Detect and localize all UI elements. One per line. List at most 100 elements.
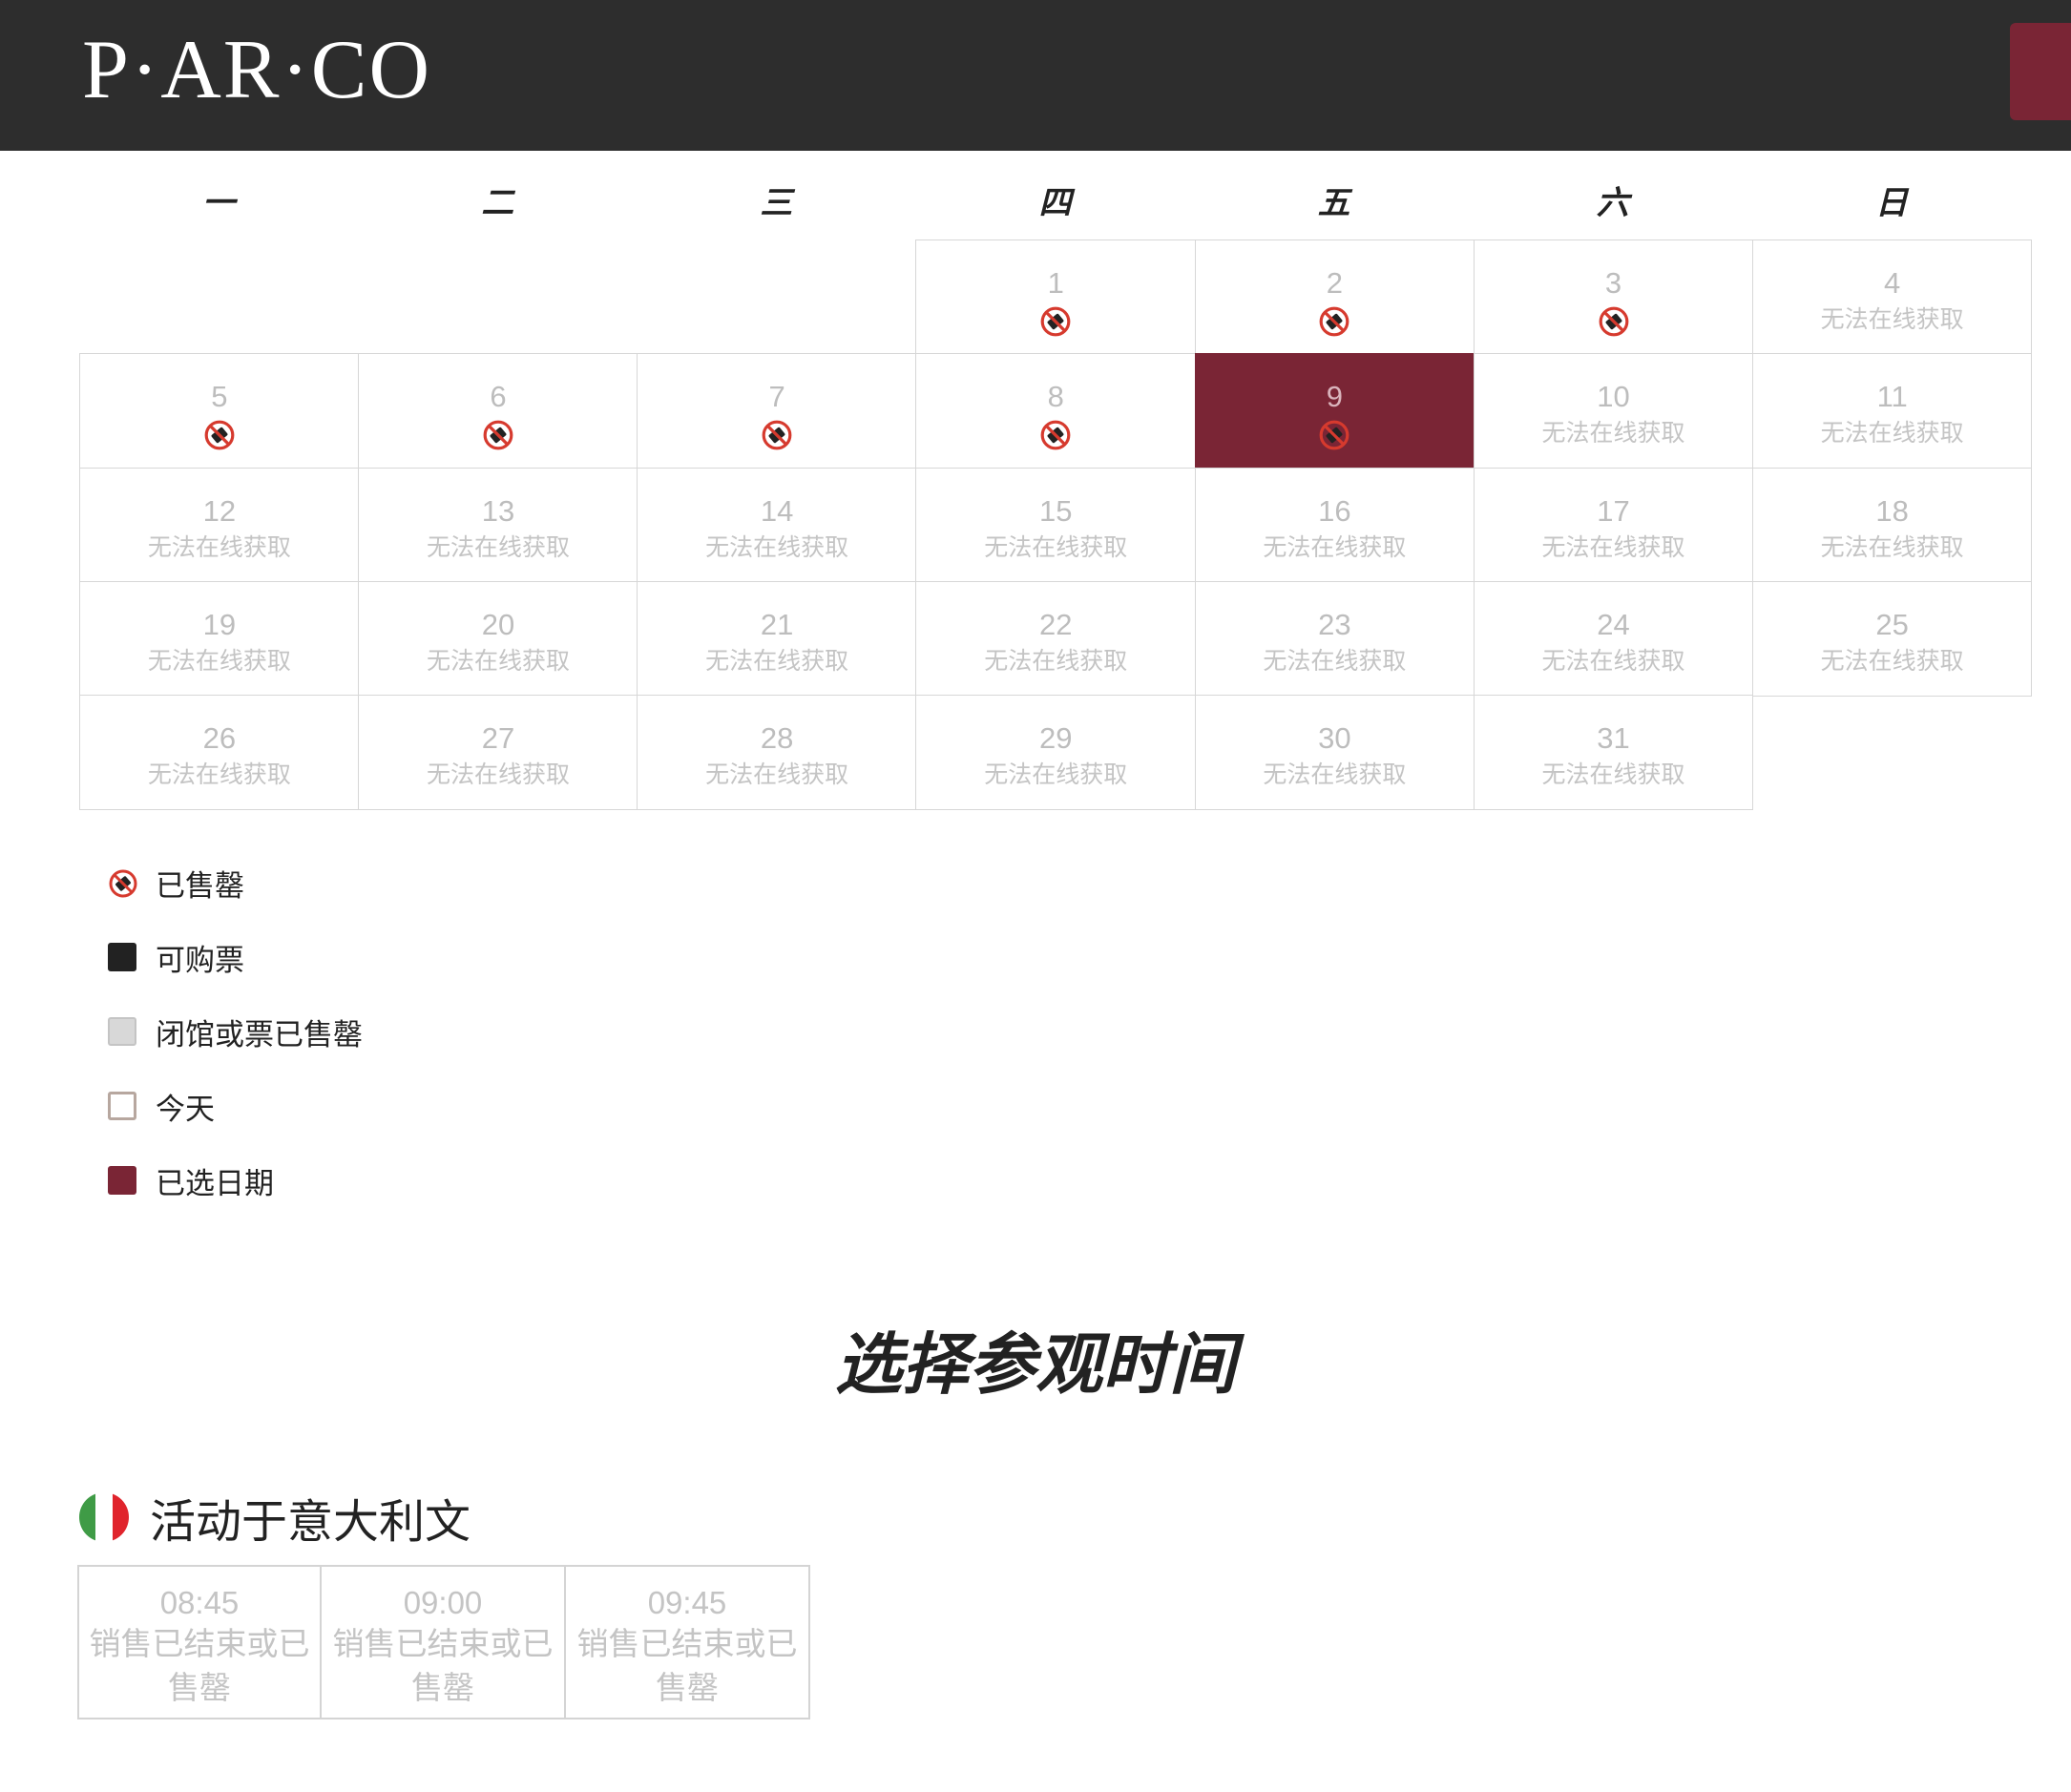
calendar-day-28[interactable]: 28 无法在线获取 [637, 695, 917, 810]
calendar-day-9[interactable]: 9 [1194, 353, 1475, 469]
header-menu-button[interactable] [2010, 23, 2071, 120]
calendar-day-18[interactable]: 18 无法在线获取 [1751, 467, 2033, 583]
calendar-day-2[interactable]: 2 [1194, 240, 1475, 355]
day-availability-label: 无法在线获取 [1263, 761, 1407, 789]
calendar-day-13[interactable]: 13 无法在线获取 [358, 467, 638, 583]
day-number: 30 [1318, 721, 1351, 756]
day-number: 12 [202, 493, 237, 528]
day-number: 25 [1875, 607, 1909, 641]
legend-swatch-closed [108, 1017, 136, 1046]
time-slot-status: 销售已结束或已售罄 [89, 1626, 310, 1705]
calendar-day-1[interactable]: 1 [915, 240, 1197, 355]
calendar-day-6[interactable]: 6 [358, 353, 638, 469]
calendar-day-3[interactable]: 3 [1473, 240, 1754, 355]
calendar-day-22[interactable]: 22 无法在线获取 [915, 580, 1197, 697]
sold-out-ticket-icon [1039, 306, 1072, 342]
legend-item-closed: 闭馆或票已售罄 [108, 1012, 680, 1052]
day-number: 9 [1326, 380, 1343, 414]
day-availability-label: 无法在线获取 [426, 533, 570, 561]
calendar-day-4[interactable]: 4 无法在线获取 [1751, 240, 2033, 355]
calendar-day-31[interactable]: 31 无法在线获取 [1473, 695, 1754, 810]
day-availability-label: 无法在线获取 [1541, 533, 1685, 561]
day-number: 23 [1318, 607, 1351, 641]
day-number: 13 [481, 493, 515, 528]
calendar-day-14[interactable]: 14 无法在线获取 [637, 467, 917, 583]
legend-swatch-today [108, 1092, 136, 1120]
calendar-day-24[interactable]: 24 无法在线获取 [1473, 580, 1754, 697]
time-slot[interactable]: 09:45 销售已结束或已售罄 [566, 1565, 810, 1719]
legend-item-sold-out: 已售罄 [108, 864, 680, 903]
day-availability-label: 无法在线获取 [984, 761, 1128, 789]
day-number: 31 [1597, 721, 1630, 756]
calendar-day-17[interactable]: 17 无法在线获取 [1473, 467, 1754, 583]
parco-logo[interactable]: P·AR·CO [82, 23, 431, 118]
weekday-header-row: 一 二 三 四 五 六 日 [79, 170, 2031, 237]
calendar-day-25[interactable]: 25 无法在线获取 [1751, 580, 2033, 697]
time-slot-time: 09:45 [647, 1585, 727, 1620]
calendar-day-16[interactable]: 16 无法在线获取 [1194, 467, 1475, 583]
time-slot[interactable]: 09:00 销售已结束或已售罄 [322, 1565, 566, 1719]
day-number: 6 [490, 380, 507, 414]
day-availability-label: 无法在线获取 [426, 761, 570, 789]
weekday-sun: 日 [1874, 185, 1908, 221]
day-number: 16 [1318, 493, 1351, 528]
calendar-day-15[interactable]: 15 无法在线获取 [915, 467, 1197, 583]
day-availability-label: 无法在线获取 [147, 533, 291, 561]
day-number: 10 [1597, 380, 1630, 414]
day-number: 1 [1047, 266, 1064, 300]
weekday-fri: 五 [1317, 185, 1350, 221]
sold-out-ticket-icon [203, 420, 236, 455]
weekday-mon: 一 [202, 185, 236, 221]
time-slot[interactable]: 08:45 销售已结束或已售罄 [77, 1565, 322, 1719]
weekday-thu: 四 [1038, 185, 1072, 221]
day-availability-label: 无法在线获取 [1541, 420, 1685, 448]
day-number: 8 [1047, 380, 1064, 414]
day-number: 20 [481, 607, 515, 641]
calendar-day-27[interactable]: 27 无法在线获取 [358, 695, 638, 810]
calendar-day-30[interactable]: 30 无法在线获取 [1194, 695, 1475, 810]
calendar-day-7[interactable]: 7 [637, 353, 917, 469]
time-slot-status: 销售已结束或已售罄 [576, 1626, 798, 1705]
day-availability-label: 无法在线获取 [984, 533, 1128, 561]
calendar-day-26[interactable]: 26 无法在线获取 [79, 695, 360, 810]
calendar-day-8[interactable]: 8 [915, 353, 1197, 469]
weekday-sat: 六 [1596, 185, 1629, 221]
day-availability-label: 无法在线获取 [147, 647, 291, 675]
calendar-day-21[interactable]: 21 无法在线获取 [637, 580, 917, 697]
day-number: 18 [1875, 493, 1909, 528]
day-availability-label: 无法在线获取 [1820, 647, 1964, 675]
calendar-day-20[interactable]: 20 无法在线获取 [358, 580, 638, 697]
time-slot-status: 销售已结束或已售罄 [332, 1626, 554, 1705]
sold-out-ticket-icon [761, 420, 793, 455]
day-availability-label: 无法在线获取 [1263, 647, 1407, 675]
calendar-day-10[interactable]: 10 无法在线获取 [1473, 353, 1754, 469]
time-slot-time: 08:45 [159, 1585, 240, 1620]
sold-out-ticket-icon [1318, 420, 1350, 455]
day-number: 27 [481, 721, 515, 756]
legend-label-selected: 已选日期 [156, 1166, 274, 1200]
day-availability-label: 无法在线获取 [1820, 306, 1964, 333]
calendar-day-23[interactable]: 23 无法在线获取 [1194, 580, 1475, 697]
calendar-day-29[interactable]: 29 无法在线获取 [915, 695, 1197, 810]
calendar-day-19[interactable]: 19 无法在线获取 [79, 580, 360, 697]
day-number: 15 [1039, 493, 1073, 528]
calendar-day-12[interactable]: 12 无法在线获取 [79, 467, 360, 583]
sold-out-ticket-icon [1598, 306, 1630, 342]
day-availability-label: 无法在线获取 [1541, 761, 1685, 789]
day-number: 22 [1039, 607, 1073, 641]
day-number: 3 [1604, 266, 1622, 300]
day-number: 29 [1039, 721, 1073, 756]
day-number: 26 [202, 721, 237, 756]
visit-time-title: 选择参观时间 [835, 1327, 1236, 1402]
legend-item-available: 可购票 [108, 938, 680, 977]
day-availability-label: 无法在线获取 [984, 647, 1128, 675]
calendar-day-11[interactable]: 11 无法在线获取 [1751, 353, 2033, 469]
calendar-day-5[interactable]: 5 [79, 353, 360, 469]
day-number: 28 [760, 721, 794, 756]
sold-out-ticket-icon [1318, 306, 1350, 342]
legend-label-today: 今天 [156, 1092, 215, 1126]
day-number: 24 [1597, 607, 1630, 641]
time-slot-time: 09:00 [403, 1585, 483, 1620]
day-number: 19 [202, 607, 237, 641]
day-number: 21 [760, 607, 794, 641]
